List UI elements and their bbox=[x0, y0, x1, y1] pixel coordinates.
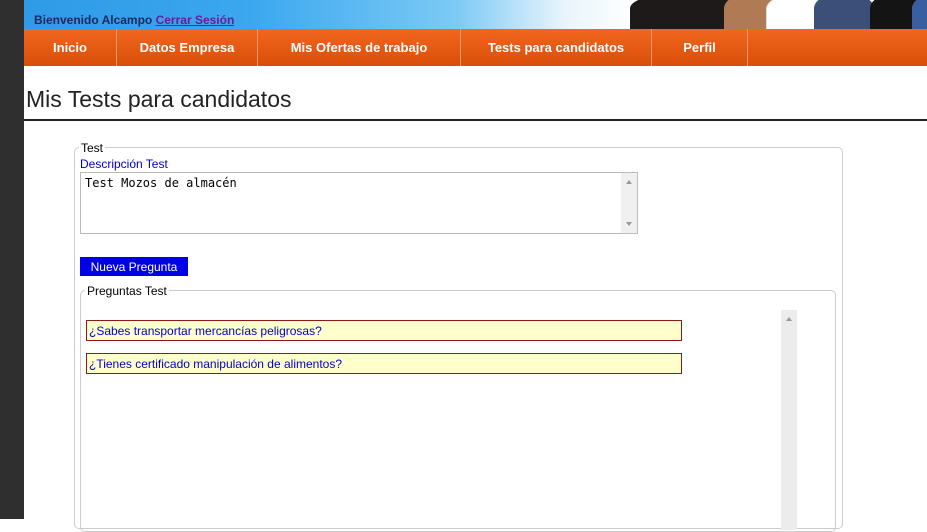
question-item[interactable]: ¿Sabes transportar mercancías peligrosas… bbox=[86, 320, 682, 341]
question-item[interactable]: ¿Tienes certificado manipulación de alim… bbox=[86, 353, 682, 374]
nav-mis-ofertas[interactable]: Mis Ofertas de trabajo bbox=[258, 29, 461, 66]
description-label: Descripción Test bbox=[80, 157, 168, 171]
nav-tests-candidatos[interactable]: Tests para candidatos bbox=[461, 29, 652, 66]
new-question-button[interactable]: Nueva Pregunta bbox=[80, 257, 188, 276]
test-legend: Test bbox=[79, 141, 106, 155]
scroll-up-icon[interactable] bbox=[786, 317, 792, 321]
scroll-up-icon[interactable] bbox=[626, 180, 632, 184]
nav-datos-empresa[interactable]: Datos Empresa bbox=[117, 29, 258, 66]
description-value: Test Mozos de almacén bbox=[85, 176, 237, 190]
questions-scrollbar[interactable] bbox=[781, 310, 797, 530]
scroll-down-icon[interactable] bbox=[626, 222, 632, 226]
nav-inicio[interactable]: Inicio bbox=[24, 29, 117, 66]
title-divider bbox=[24, 119, 927, 121]
textarea-scrollbar[interactable] bbox=[621, 173, 637, 233]
page-title: Mis Tests para candidatos bbox=[26, 86, 292, 112]
banner-photo-figure bbox=[814, 0, 874, 29]
questions-legend: Preguntas Test bbox=[85, 284, 169, 298]
main-navbar: Inicio Datos Empresa Mis Ofertas de trab… bbox=[24, 29, 927, 66]
welcome-text: Bienvenido Alcampo bbox=[34, 13, 153, 27]
logout-link[interactable]: Cerrar Sesión bbox=[156, 13, 235, 27]
nav-perfil[interactable]: Perfil bbox=[652, 29, 748, 66]
welcome-message: Bienvenido Alcampo Cerrar Sesión bbox=[34, 13, 234, 27]
description-textarea[interactable]: Test Mozos de almacén bbox=[80, 172, 638, 234]
banner-photo-figure bbox=[912, 0, 927, 29]
left-dark-strip bbox=[0, 0, 24, 519]
